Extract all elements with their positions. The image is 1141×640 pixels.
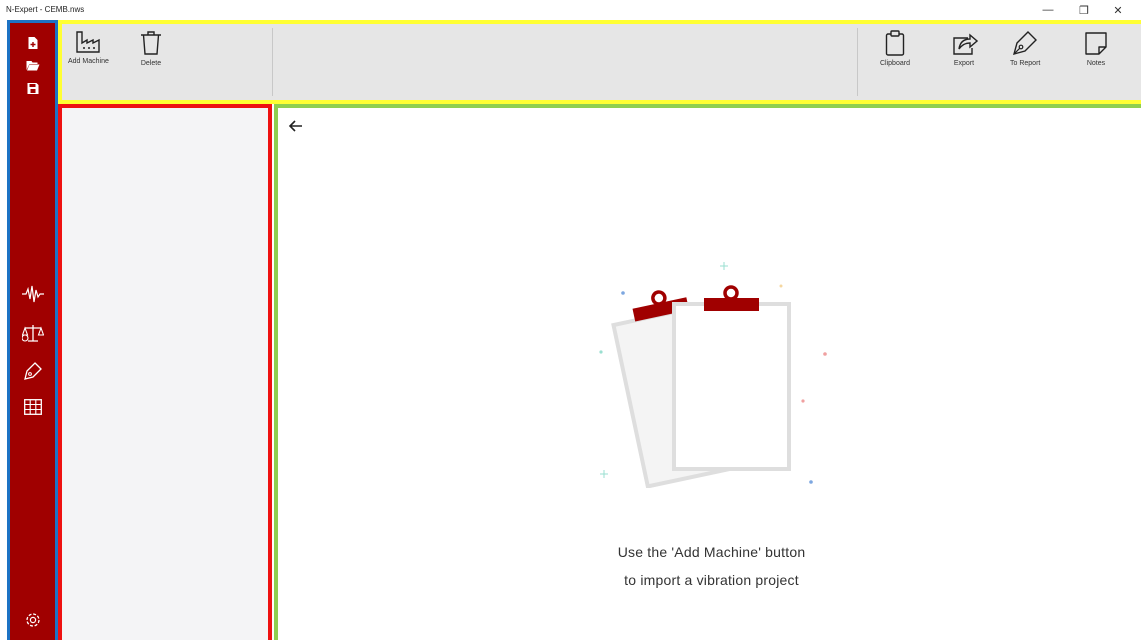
delete-label: Delete <box>140 60 162 67</box>
export-icon <box>953 33 978 55</box>
new-file-icon <box>28 37 37 49</box>
add-machine-button[interactable]: Add Machine <box>68 30 109 65</box>
toolbar-divider <box>272 28 273 96</box>
main-content: Use the 'Add Machine' button to import a… <box>274 104 1141 640</box>
to-report-label: To Report <box>1010 60 1041 67</box>
to-report-button[interactable]: To Report <box>1010 30 1040 67</box>
pen-icon <box>23 362 42 380</box>
pen-icon <box>1013 31 1038 55</box>
table-icon <box>23 399 42 415</box>
toolbar: Add Machine Delete Clipboard Export To R… <box>58 20 1141 104</box>
note-icon <box>1085 32 1107 55</box>
waveform-icon <box>21 285 44 303</box>
factory-icon <box>76 31 101 53</box>
save-button[interactable] <box>27 83 38 94</box>
clipboard-label: Clipboard <box>880 60 910 67</box>
close-button[interactable]: ✕ <box>1103 0 1133 20</box>
empty-state-message-line2: to import a vibration project <box>624 572 799 588</box>
pen-button[interactable] <box>23 361 43 381</box>
settings-button[interactable] <box>24 611 42 629</box>
delete-button[interactable]: Delete <box>140 30 162 67</box>
window-title: N-Expert - CEMB.nws <box>6 5 85 14</box>
balance-button[interactable] <box>21 323 44 343</box>
settings-icon <box>25 613 40 627</box>
sidebar <box>7 20 58 640</box>
empty-state-message-line1: Use the 'Add Machine' button <box>617 544 806 560</box>
empty-clipboard-illustration <box>599 262 827 488</box>
save-icon <box>27 83 38 94</box>
notes-label: Notes <box>1086 60 1106 67</box>
waveform-button[interactable] <box>21 285 44 303</box>
export-label: Export <box>953 60 975 67</box>
title-bar: N-Expert - CEMB.nws — ❐ ✕ <box>0 0 1141 20</box>
back-arrow-icon[interactable] <box>286 116 306 136</box>
notes-button[interactable]: Notes <box>1084 30 1108 67</box>
minimize-button[interactable]: — <box>1033 0 1063 20</box>
export-button[interactable]: Export <box>950 30 978 67</box>
clipboard-button[interactable]: Clipboard <box>880 30 910 67</box>
clipboard-icon <box>885 30 905 56</box>
app-window: N-Expert - CEMB.nws — ❐ ✕ Add Machine De… <box>0 0 1141 640</box>
open-folder-icon <box>26 61 39 71</box>
open-button[interactable] <box>26 60 39 71</box>
add-machine-label: Add Machine <box>68 58 109 65</box>
trash-icon <box>141 31 161 55</box>
machine-list-panel[interactable] <box>58 104 272 640</box>
new-file-button[interactable] <box>27 37 38 49</box>
balance-icon <box>21 325 44 342</box>
restore-button[interactable]: ❐ <box>1069 0 1099 20</box>
table-button[interactable] <box>23 399 42 415</box>
toolbar-divider <box>857 28 858 96</box>
